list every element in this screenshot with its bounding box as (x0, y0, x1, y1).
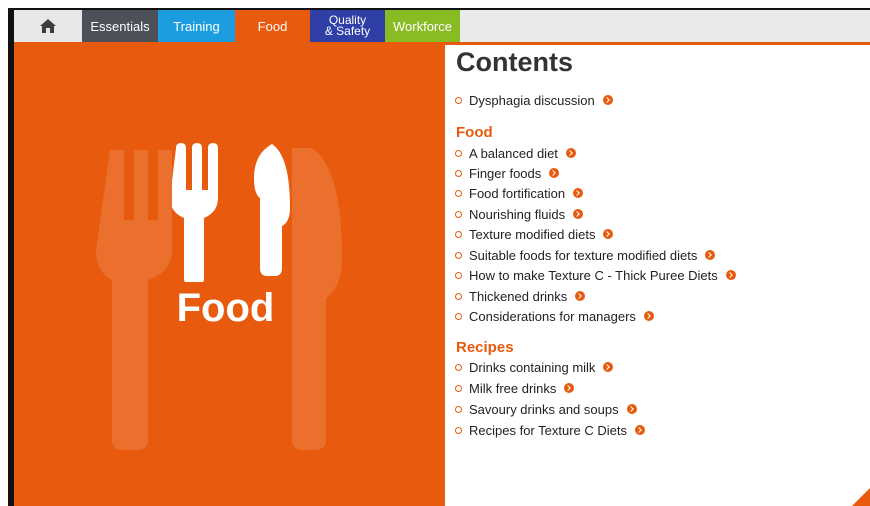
toc-link-suitable-foods[interactable]: Suitable foods for texture modified diet… (455, 246, 716, 264)
bullet-icon (455, 251, 462, 259)
toc-link-recipes-texture-c[interactable]: Recipes for Texture C Diets (455, 421, 645, 439)
toc-link-milk-free-drinks[interactable]: Milk free drinks (455, 379, 575, 397)
toc-link-thickened-drinks[interactable]: Thickened drinks (455, 287, 586, 305)
toc-link-label: Considerations for managers (469, 308, 636, 324)
toc-link-food-fortification[interactable]: Food fortification (455, 184, 584, 202)
toc-link-drinks-containing-milk[interactable]: Drinks containing milk (455, 358, 614, 376)
toc-link-label: Dysphagia discussion (469, 92, 595, 108)
toc-link-nourishing-fluids[interactable]: Nourishing fluids (455, 205, 584, 223)
toc-link-dysphagia-discussion[interactable]: Dysphagia discussion (455, 91, 613, 109)
arrow-right-icon (602, 95, 613, 105)
arrow-right-icon (643, 311, 654, 321)
section-heading-recipes: Recipes (456, 339, 514, 356)
arrow-right-icon (635, 425, 645, 435)
toc-link-texture-c-puree[interactable]: How to make Texture C - Thick Puree Diet… (455, 266, 736, 284)
arrow-right-icon (626, 404, 637, 414)
bullet-icon (455, 426, 462, 434)
bullet-icon (455, 312, 462, 320)
contents-title: Contents (456, 47, 573, 77)
toc-link-label: Milk free drinks (469, 380, 557, 396)
arrow-right-icon (603, 229, 614, 239)
bullet-icon (455, 271, 462, 279)
tab-quality-safety[interactable]: Quality & Safety (310, 10, 385, 42)
arrow-right-icon (564, 383, 575, 393)
tab-training[interactable]: Training (158, 10, 235, 42)
arrow-right-icon (573, 188, 584, 198)
toc-link-label: Recipes for Texture C Diets (469, 422, 627, 438)
toc-link-label: Savoury drinks and soups (469, 401, 619, 417)
toc-link-label: Thickened drinks (469, 288, 568, 304)
toc-link-label: Nourishing fluids (469, 206, 566, 222)
arrow-right-icon (725, 270, 736, 280)
fork-knife-icon (172, 143, 290, 282)
home-icon (40, 19, 56, 33)
tab-essentials-label: Essentials (90, 18, 150, 34)
hero-panel: Food (14, 42, 445, 506)
bullet-icon (455, 230, 462, 238)
tab-training-label: Training (173, 18, 220, 34)
toc-link-considerations-managers[interactable]: Considerations for managers (455, 307, 654, 325)
toc-link-label: A balanced diet (469, 145, 558, 161)
tab-quality-label-line2: & Safety (324, 24, 371, 38)
bullet-icon (455, 384, 462, 392)
bullet-icon (455, 405, 462, 413)
toc-link-texture-modified-diets[interactable]: Texture modified diets (455, 225, 614, 243)
top-navigation: Essentials Training Food Quality & Safet… (14, 10, 870, 42)
contents-panel: Contents Dysphagia discussion Food A bal… (445, 45, 870, 506)
toc-link-finger-foods[interactable]: Finger foods (455, 164, 560, 182)
toc-link-label: Food fortification (469, 185, 566, 201)
page-corner-arrow-icon[interactable] (846, 482, 870, 506)
tab-food-label: Food (257, 18, 288, 34)
bullet-icon (455, 363, 462, 371)
arrow-right-icon (549, 168, 560, 178)
tab-food[interactable]: Food (235, 10, 310, 42)
arrow-right-icon (603, 362, 614, 372)
toc-link-label: How to make Texture C - Thick Puree Diet… (469, 267, 718, 283)
toc-link-balanced-diet[interactable]: A balanced diet (455, 144, 576, 162)
tab-essentials[interactable]: Essentials (82, 10, 158, 42)
bullet-icon (455, 149, 462, 157)
toc-link-label: Drinks containing milk (469, 359, 596, 375)
hero-title: Food (176, 286, 275, 330)
tab-workforce-label: Workforce (393, 18, 452, 34)
toc-link-label: Suitable foods for texture modified diet… (469, 247, 698, 263)
arrow-right-icon (573, 209, 584, 219)
arrow-right-icon (705, 250, 716, 260)
tab-workforce[interactable]: Workforce (385, 10, 460, 42)
toc-link-label: Finger foods (469, 165, 542, 181)
toc-link-label: Texture modified diets (469, 226, 596, 242)
bullet-icon (455, 210, 462, 218)
arrow-right-icon (575, 291, 586, 301)
tab-home[interactable] (14, 10, 82, 42)
bullet-icon (455, 292, 462, 300)
bullet-icon (455, 189, 462, 197)
arrow-right-icon (565, 148, 576, 158)
bullet-icon (455, 169, 462, 177)
toc-link-savoury-drinks-soups[interactable]: Savoury drinks and soups (455, 400, 637, 418)
section-heading-food: Food (456, 124, 493, 141)
bullet-icon (455, 96, 462, 104)
